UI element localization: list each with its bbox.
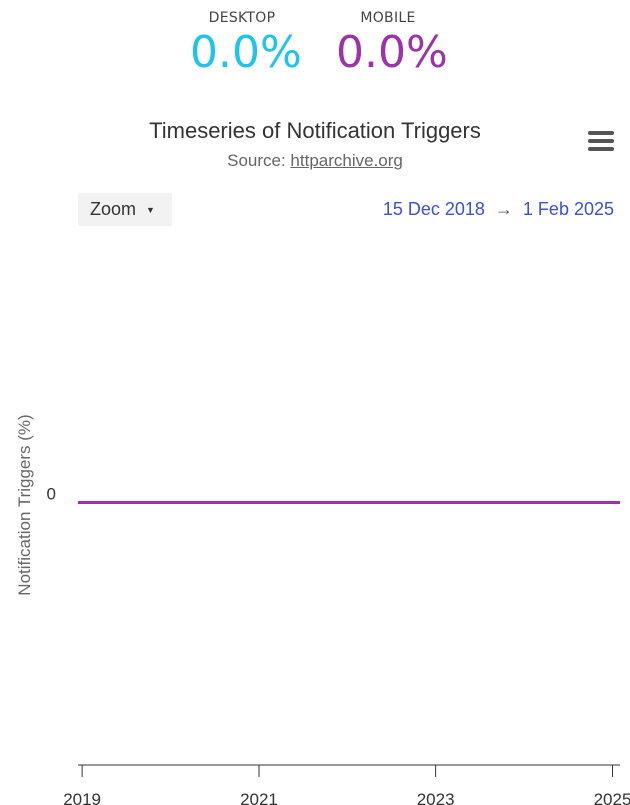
x-tick-label: 2021 bbox=[240, 790, 278, 805]
x-tick-label: 2019 bbox=[63, 790, 101, 805]
y-tick-label: 0 bbox=[47, 485, 56, 504]
chart-plot: Notification Triggers (%) 0 2019 2021 2023 20… bbox=[15, 414, 630, 805]
x-tick-label: 2023 bbox=[417, 790, 455, 805]
page: DESKTOP 0.0% MOBILE 0.0% Timeseries of N… bbox=[0, 0, 630, 805]
x-tick-label: 2025 bbox=[594, 790, 630, 805]
y-axis-title: Notification Triggers (%) bbox=[15, 414, 34, 595]
